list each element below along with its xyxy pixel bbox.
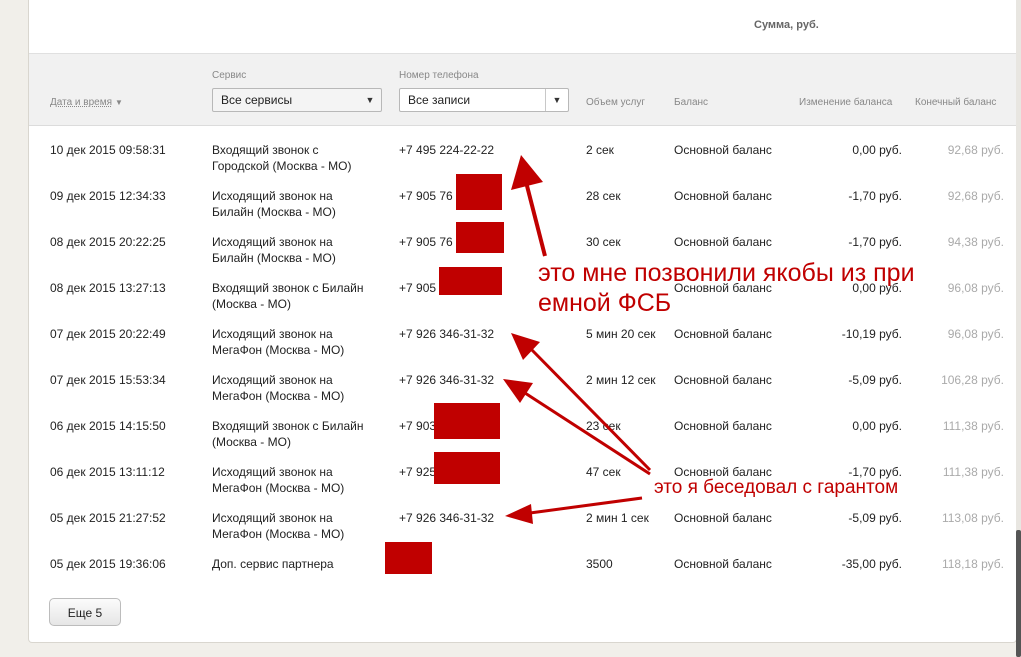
arrow-head-icon [503,379,533,403]
annotation-arrows [503,155,652,524]
arrow-head-icon [505,504,533,524]
annotation-garant: это я беседовал с гарантом [654,477,899,498]
arrow-to-row-9 [529,496,643,515]
annotation-fsb: это мне позвонили якобы из при емной ФСБ [538,259,915,317]
arrow-head-icon [511,333,540,360]
scrollbar-thumb[interactable] [1016,530,1021,657]
arrow-fsb [523,177,547,257]
arrow-head-icon [511,155,543,190]
